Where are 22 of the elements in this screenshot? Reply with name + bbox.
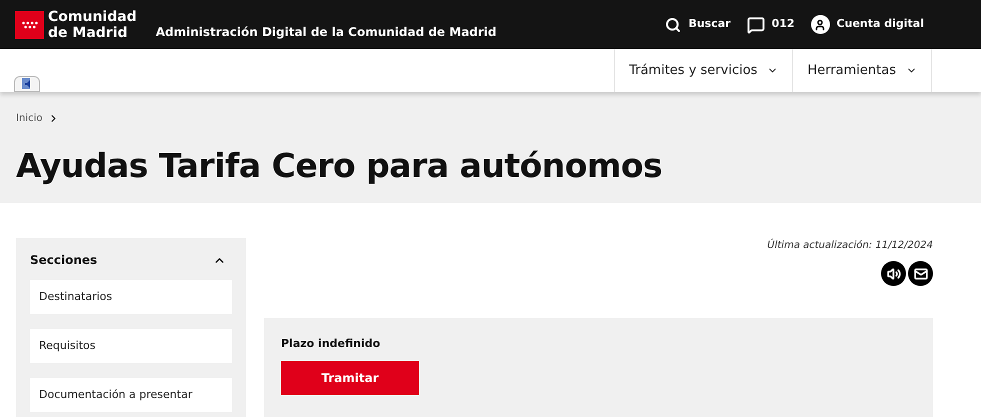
logo-text: Comunidad [48, 8, 137, 24]
header-link[interactable]: Buscar [665, 16, 731, 33]
flag-logo-icon [15, 10, 44, 38]
deadline-label: Plazo indefinido [281, 336, 382, 352]
section-link[interactable]: Destinatarios [30, 280, 232, 314]
last-update-text: Última actualización: 11/12/2024 [767, 238, 933, 253]
mail-icon[interactable] [908, 261, 933, 286]
section-link[interactable]: Requisitos [30, 329, 232, 363]
logo-text: de Madrid [48, 24, 129, 40]
speaker-tab-icon[interactable] [14, 76, 40, 92]
sidebar-title: Secciones [30, 252, 98, 269]
header-link[interactable]: 012 [746, 16, 795, 34]
section-link[interactable]: Documentación a presentar [30, 378, 232, 412]
breadcrumb-link[interactable]: Inicio [16, 111, 42, 126]
speech-bubble-icon [746, 16, 765, 34]
page-title: Ayudas Tarifa Cero para autónomos [16, 146, 664, 186]
search-icon [665, 16, 682, 32]
site-title: Administración Digital de la Comunidad de Madrid [156, 24, 497, 40]
tramitar-button[interactable]: Tramitar [281, 360, 419, 394]
header-link[interactable]: Cuenta digital [810, 15, 924, 34]
listen-icon[interactable] [881, 261, 906, 286]
user-icon [810, 15, 830, 34]
